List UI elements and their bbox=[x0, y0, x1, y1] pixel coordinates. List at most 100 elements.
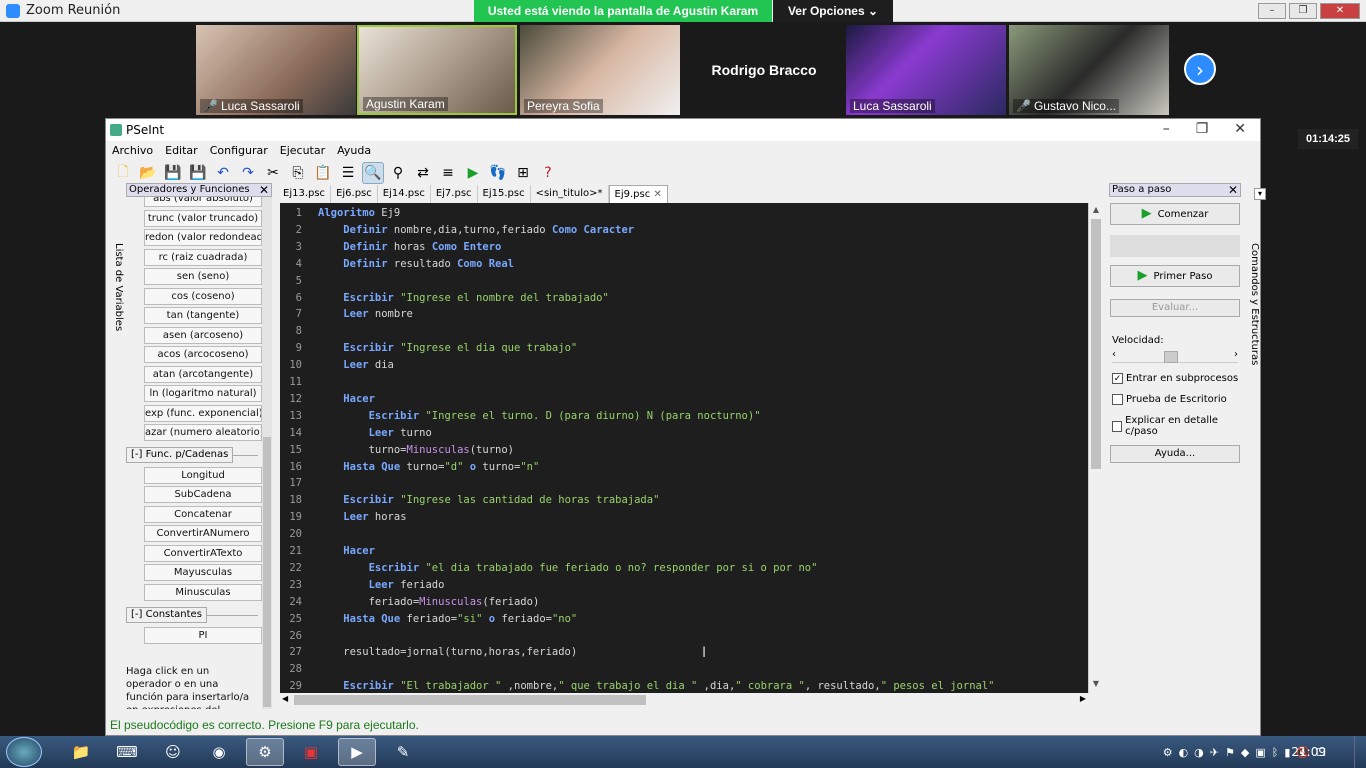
op-button[interactable]: sen (seno) bbox=[144, 268, 262, 285]
minimize-button[interactable]: – bbox=[1258, 3, 1286, 19]
op-button[interactable]: ConvertirATexto bbox=[144, 545, 262, 562]
op-button[interactable]: cos (coseno) bbox=[144, 288, 262, 305]
indent-icon[interactable]: ☰ bbox=[337, 162, 359, 184]
tab-ej15[interactable]: Ej15.psc bbox=[477, 185, 531, 203]
participant-tile[interactable]: Pereyra Sofia bbox=[520, 25, 680, 115]
zoom-icon[interactable]: ▶ bbox=[338, 738, 376, 766]
op-button[interactable]: PI bbox=[144, 627, 262, 644]
code-line[interactable]: 2 Definir nombre,dia,turno,feriado Como … bbox=[280, 222, 634, 239]
speed-slider[interactable]: ‹ › bbox=[1112, 349, 1238, 363]
explorer-icon[interactable]: 📁 bbox=[62, 738, 100, 766]
group-cadenas-header[interactable]: [-] Func. p/Cadenas bbox=[126, 447, 234, 463]
code-line[interactable]: 1 Algoritmo Ej9 bbox=[280, 205, 401, 222]
tab-ej7[interactable]: Ej7.psc bbox=[430, 185, 478, 203]
op-button[interactable]: Minusculas bbox=[144, 584, 262, 601]
checkbox-unchecked[interactable] bbox=[1112, 420, 1123, 432]
op-button[interactable]: redon (valor redondeado) bbox=[144, 229, 262, 246]
op-button[interactable]: Mayusculas bbox=[144, 564, 262, 581]
op-button[interactable]: exp (func. exponencial) bbox=[144, 405, 262, 422]
scroll-left-icon[interactable]: ◀ bbox=[282, 694, 288, 703]
code-line[interactable]: 24 feriado=Minusculas(feriado) bbox=[280, 594, 539, 611]
variables-tab[interactable]: Lista de Variables bbox=[108, 183, 124, 383]
participant-tile[interactable]: Luca Sassaroli bbox=[846, 25, 1006, 115]
code-line[interactable]: 11 bbox=[280, 374, 318, 391]
chevron-left-icon[interactable]: ‹ bbox=[1112, 349, 1116, 360]
op-button[interactable]: rc (raiz cuadrada) bbox=[144, 249, 262, 266]
close-icon[interactable]: ✕ bbox=[1228, 183, 1238, 197]
code-line[interactable]: 22 Escribir "el dia trabajado fue feriad… bbox=[280, 560, 817, 577]
menu-archivo[interactable]: Archivo bbox=[112, 144, 153, 157]
scroll-up-icon[interactable]: ▲ bbox=[1089, 205, 1103, 214]
code-editor[interactable]: 1 Algoritmo Ej9 2 Definir nombre,dia,turno… bbox=[280, 203, 1088, 693]
scroll-down-icon[interactable]: ▼ bbox=[1089, 679, 1103, 688]
save-icon[interactable]: 💾 bbox=[162, 162, 184, 184]
scrollbar-thumb[interactable] bbox=[1091, 219, 1101, 469]
checkbox-prueba-escritorio[interactable]: Prueba de Escritorio bbox=[1112, 394, 1227, 405]
code-line[interactable]: 16 Hasta Que turno="d" o turno="n" bbox=[280, 459, 539, 476]
code-line[interactable]: 26 bbox=[280, 628, 318, 645]
chevron-right-icon[interactable]: › bbox=[1234, 349, 1238, 360]
scrollbar-thumb[interactable] bbox=[263, 437, 271, 707]
code-line[interactable]: 12 Hacer bbox=[280, 391, 375, 408]
code-line[interactable]: 3 Definir horas Como Entero bbox=[280, 239, 502, 256]
bluetooth-icon[interactable]: ᛒ bbox=[1272, 746, 1279, 759]
clock[interactable]: 21:09 bbox=[1291, 745, 1326, 759]
code-line[interactable]: 17 bbox=[280, 475, 318, 492]
pseint-icon[interactable]: ✎ bbox=[384, 738, 422, 766]
copy-icon[interactable]: ⎘ bbox=[287, 162, 309, 184]
code-line[interactable]: 10 Leer dia bbox=[280, 357, 394, 374]
op-button[interactable]: asen (arcoseno) bbox=[144, 327, 262, 344]
tray-icon[interactable]: ✈ bbox=[1210, 746, 1219, 759]
tab-ej9[interactable]: Ej9.psc ✕ bbox=[608, 185, 668, 203]
first-step-button[interactable]: ▶ Primer Paso bbox=[1110, 265, 1240, 287]
code-line[interactable]: 29 Escribir "El trabajador " ,nombre," q… bbox=[280, 678, 994, 693]
close-button[interactable]: ✕ bbox=[1320, 3, 1360, 19]
op-button[interactable]: Concatenar bbox=[144, 506, 262, 523]
checkbox-subprocesos[interactable]: ✓ Entrar en subprocesos bbox=[1112, 373, 1238, 384]
code-line[interactable]: 6 Escribir "Ingrese el nombre del trabaj… bbox=[280, 290, 609, 307]
code-line[interactable]: 15 turno=Minusculas(turno) bbox=[280, 442, 514, 459]
code-line[interactable]: 25 Hasta Que feriado="si" o feriado="no" bbox=[280, 611, 577, 628]
tab-sin-titulo[interactable]: <sin_titulo>* bbox=[530, 185, 609, 203]
help-button[interactable]: Ayuda... bbox=[1110, 445, 1240, 463]
code-line[interactable]: 7 Leer nombre bbox=[280, 306, 413, 323]
op-button[interactable]: ConvertirANumero bbox=[144, 525, 262, 542]
find-icon[interactable]: ⚲ bbox=[387, 162, 409, 184]
op-button[interactable]: atan (arcotangente) bbox=[144, 366, 262, 383]
signal-icon[interactable]: ▮ bbox=[1284, 746, 1290, 759]
tray-icon[interactable]: ◐ bbox=[1179, 746, 1189, 759]
redo-icon[interactable]: ↷ bbox=[237, 162, 259, 184]
commands-tab[interactable]: Comandos y Estructuras bbox=[1244, 183, 1260, 483]
menu-ejecutar[interactable]: Ejecutar bbox=[280, 144, 325, 157]
checkbox-checked[interactable]: ✓ bbox=[1112, 373, 1123, 384]
editor-vertical-scrollbar[interactable]: ▲ ▼ bbox=[1088, 203, 1102, 693]
checkbox-unchecked[interactable] bbox=[1112, 394, 1123, 405]
cut-icon[interactable]: ✂ bbox=[262, 162, 284, 184]
zoom-tray-icon[interactable]: ▣ bbox=[1255, 746, 1265, 759]
tab-ej6[interactable]: Ej6.psc bbox=[331, 185, 378, 203]
code-line[interactable]: 23 Leer feriado bbox=[280, 577, 444, 594]
code-line[interactable]: 14 Leer turno bbox=[280, 425, 431, 442]
pdf-icon[interactable]: ▣ bbox=[292, 738, 330, 766]
code-line[interactable]: 9 Escribir "Ingrese el dia que trabajo" bbox=[280, 340, 578, 357]
participant-tile-active[interactable]: Agustin Karam bbox=[357, 25, 517, 115]
restore-button[interactable]: ❐ bbox=[1196, 121, 1209, 137]
tray-icon[interactable]: ⚙ bbox=[1163, 746, 1173, 759]
paste-icon[interactable]: 📋 bbox=[312, 162, 334, 184]
run-icon[interactable]: ▶ bbox=[462, 162, 484, 184]
new-file-icon[interactable]: 🗋 bbox=[112, 162, 134, 184]
keyboard-icon[interactable]: ⌨ bbox=[108, 738, 146, 766]
menu-editar[interactable]: Editar bbox=[165, 144, 198, 157]
left-scrollbar[interactable] bbox=[262, 197, 272, 709]
op-button[interactable]: SubCadena bbox=[144, 486, 262, 503]
op-button[interactable]: Longitud bbox=[144, 467, 262, 484]
format-icon[interactable]: ≡ bbox=[437, 162, 459, 184]
code-line[interactable]: 8 bbox=[280, 323, 318, 340]
minimize-button[interactable]: – bbox=[1163, 121, 1170, 137]
start-button[interactable]: ▶ Comenzar bbox=[1110, 203, 1240, 225]
show-desktop-button[interactable] bbox=[1354, 736, 1366, 768]
menu-ayuda[interactable]: Ayuda bbox=[337, 144, 371, 157]
help-icon[interactable]: ? bbox=[537, 162, 559, 184]
app-icon[interactable]: ☺ bbox=[154, 738, 192, 766]
open-folder-icon[interactable]: 📂 bbox=[137, 162, 159, 184]
